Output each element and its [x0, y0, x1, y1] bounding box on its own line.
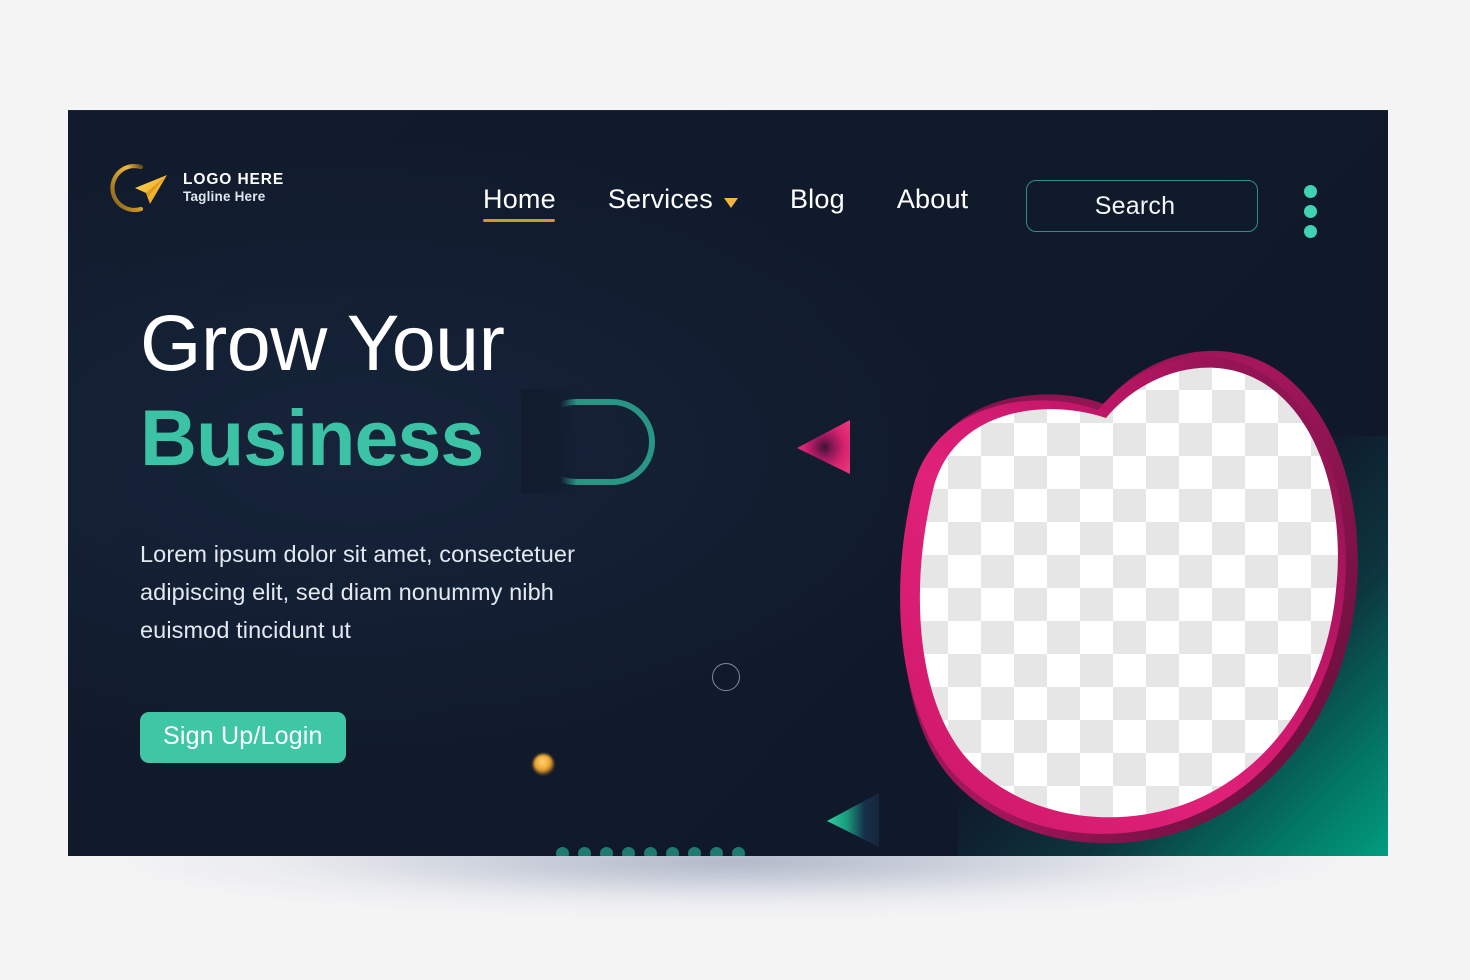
site-header: LOGO HERE Tagline Here Home Services Blo…	[68, 110, 1388, 282]
kebab-dot	[1304, 205, 1317, 218]
hero-headline-line2-wrapper: Business	[140, 389, 760, 494]
corner-gradient-glow	[958, 436, 1388, 856]
nav-item-home-label: Home	[483, 184, 556, 214]
kebab-dot	[1304, 225, 1317, 238]
signup-login-button[interactable]: Sign Up/Login	[140, 711, 346, 763]
paper-plane-icon	[101, 157, 175, 219]
logo-text: LOGO HERE Tagline Here	[183, 170, 285, 204]
nav-item-blog-label: Blog	[789, 184, 845, 214]
hero-headline-line1: Grow Your	[140, 298, 505, 387]
chevron-down-icon	[723, 197, 738, 208]
hero-paragraph: Lorem ipsum dolor sit amet, consectetuer…	[140, 541, 576, 644]
search-label: Search	[1094, 191, 1176, 220]
play-triangle-pink-icon	[794, 416, 852, 478]
hero-headline-line2: Business	[140, 393, 484, 483]
dot-grid-row	[556, 847, 763, 856]
dot-grid-decoration	[556, 847, 763, 856]
kebab-dot	[1304, 185, 1317, 198]
landing-page-card: LOGO HERE Tagline Here Home Services Blo…	[68, 110, 1388, 856]
card-drop-shadow	[60, 845, 1405, 970]
hero-section: Grow Your Business Lorem ipsum dolor sit…	[140, 302, 760, 763]
nav-item-services-label: Services	[607, 184, 713, 214]
search-input[interactable]: Search	[1026, 180, 1258, 232]
nav-item-about-label: About	[896, 184, 969, 214]
play-triangle-teal-icon	[825, 790, 881, 850]
nav-item-home[interactable]: Home	[483, 184, 556, 222]
logo[interactable]: LOGO HERE Tagline Here	[101, 157, 284, 219]
nav-item-about[interactable]: About	[897, 184, 969, 221]
nav-item-blog[interactable]: Blog	[790, 184, 845, 221]
logo-tagline: Tagline Here	[183, 188, 266, 204]
blob-image-placeholder	[816, 258, 1376, 856]
circle-outline-icon	[1034, 412, 1061, 439]
page-stage: LOGO HERE Tagline Here Home Services Blo…	[0, 0, 1470, 980]
kebab-menu-icon[interactable]	[1304, 185, 1317, 238]
main-navigation: Home Services Blog About	[483, 184, 969, 222]
nav-item-services[interactable]: Services	[608, 184, 738, 221]
logo-title: LOGO HERE	[183, 170, 285, 188]
